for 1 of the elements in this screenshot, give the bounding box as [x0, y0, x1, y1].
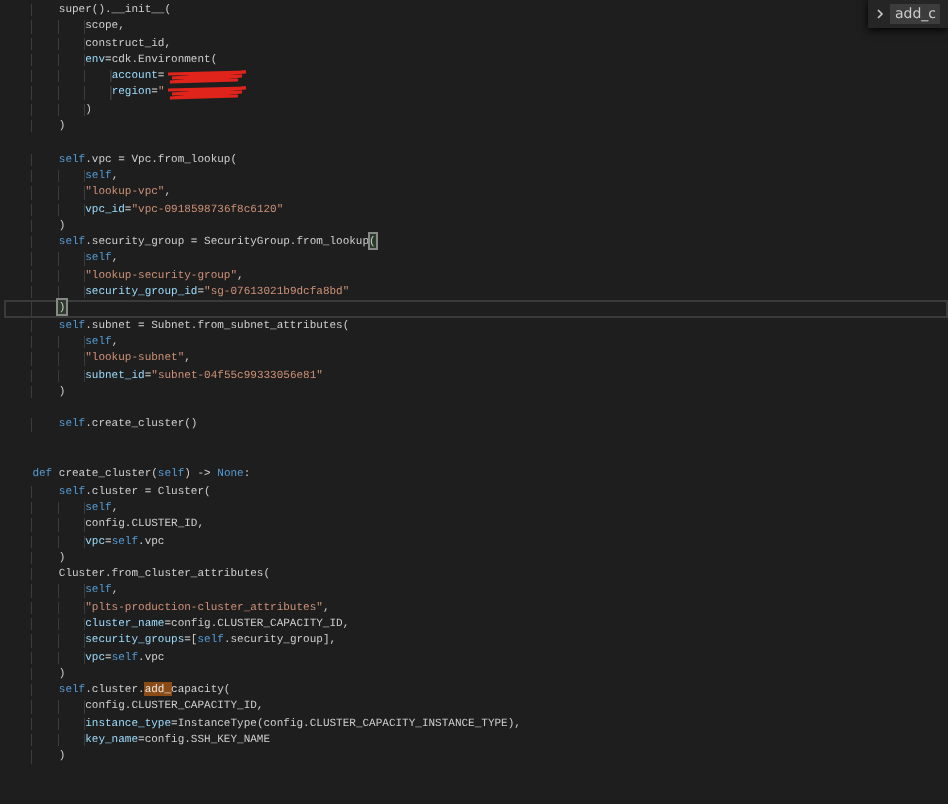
chevron-icon[interactable]: [876, 8, 885, 20]
